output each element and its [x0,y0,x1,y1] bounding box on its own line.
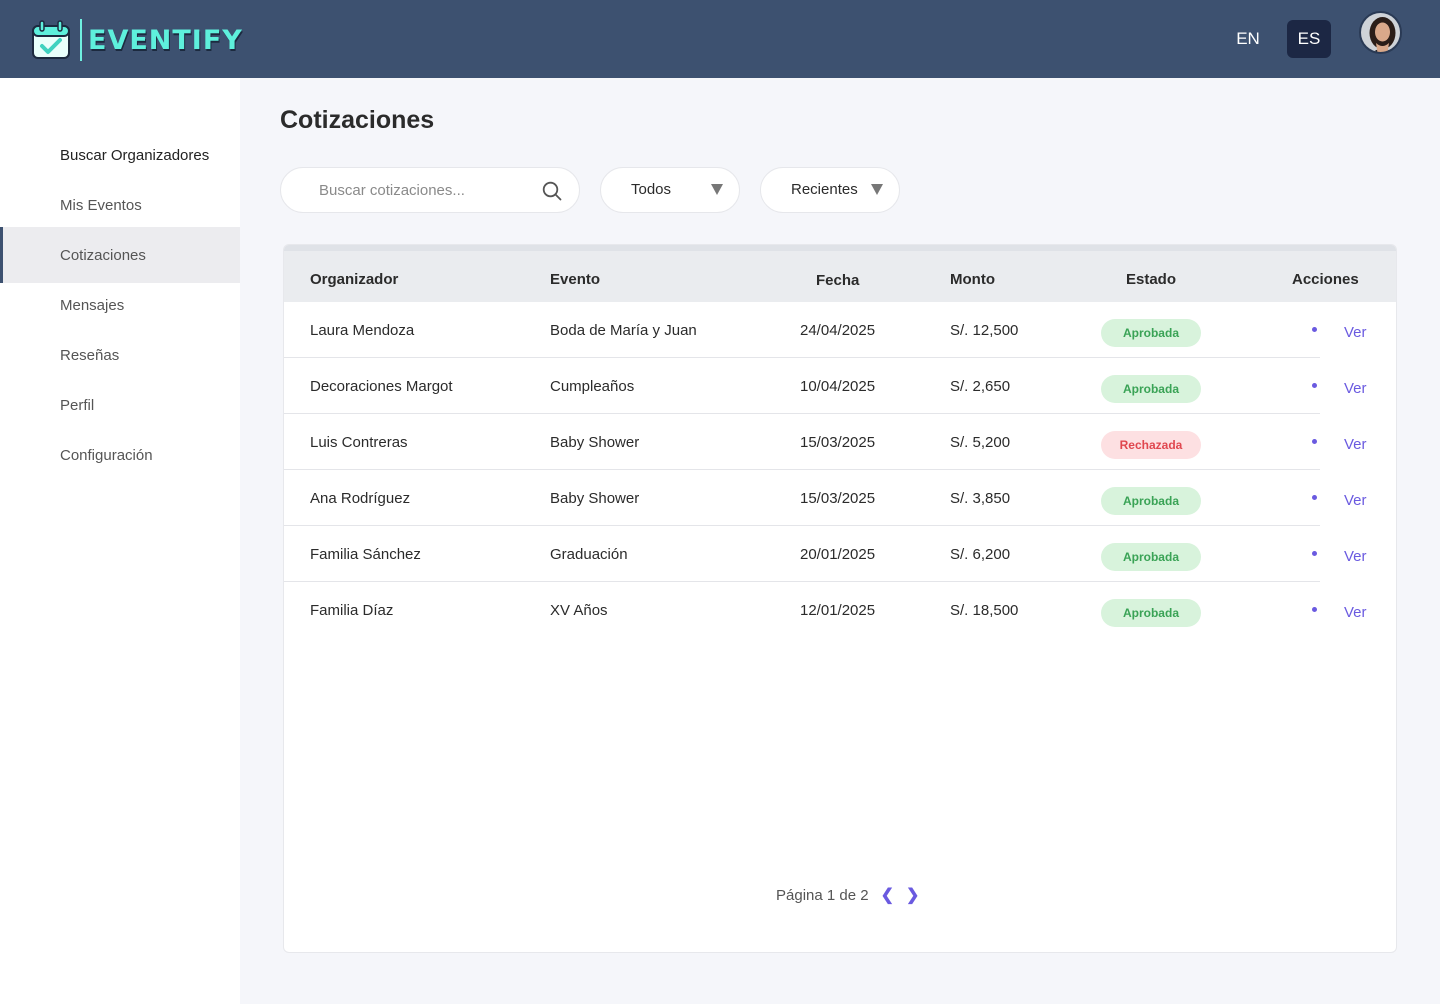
avatar[interactable] [1359,11,1402,54]
sidebar: Buscar Organizadores Mis Eventos Cotizac… [0,78,240,1004]
cell-evento: Graduación [550,546,628,563]
cell-organizador: Familia Sánchez [310,546,421,563]
cell-evento: Baby Shower [550,490,640,507]
cell-organizador: Luis Contreras [310,434,408,451]
table-row: Ana Rodríguez Baby Shower 15/03/2025 S/.… [284,470,1396,526]
column-header-monto[interactable]: Monto [950,271,995,288]
cell-fecha: 15/03/2025 [800,490,876,507]
cell-fecha: 12/01/2025 [800,602,876,619]
column-header-estado[interactable]: Estado [1126,271,1176,288]
cell-organizador: Ana Rodríguez [310,490,411,507]
table-row: Familia Díaz XV Años 12/01/2025 S/. 18,5… [284,582,1396,638]
cell-monto: S/. 5,200 [950,434,1011,451]
cell-fecha: 10/04/2025 [800,378,876,395]
search-icon[interactable] [541,180,563,202]
language-en-button[interactable]: EN [1226,20,1270,58]
dot-icon [1312,607,1317,612]
chevron-left-icon[interactable]: ❮ [881,885,894,905]
sort-value: Recientes [791,181,858,198]
sidebar-item-cotizaciones[interactable]: Cotizaciones [0,227,240,283]
view-link[interactable]: Ver [1344,548,1367,565]
sidebar-item-buscar-organizadores[interactable]: Buscar Organizadores [0,127,240,183]
sidebar-item-perfil[interactable]: Perfil [0,377,240,433]
logo-divider [80,19,82,61]
cell-monto: S/. 18,500 [950,602,1019,619]
cell-monto: S/. 3,850 [950,490,1011,507]
status-badge: Rechazada [1101,431,1201,459]
sidebar-item-configuracion[interactable]: Configuración [0,427,240,483]
language-es-button[interactable]: ES [1287,20,1331,58]
logo-text: EVENTIFY [88,24,243,56]
status-badge: Aprobada [1101,375,1201,403]
sidebar-item-mis-eventos[interactable]: Mis Eventos [0,177,240,233]
cell-monto: S/. 6,200 [950,546,1011,563]
view-link[interactable]: Ver [1344,324,1367,341]
pagination: Página 1 de 2 ❮ ❯ [776,885,919,905]
cell-fecha: 20/01/2025 [800,546,876,563]
cell-evento: Boda de María y Juan [550,322,697,339]
dot-icon [1312,439,1317,444]
chevron-down-icon [871,184,883,195]
table-row: Luis Contreras Baby Shower 15/03/2025 S/… [284,414,1396,470]
status-badge: Aprobada [1101,599,1201,627]
search-box [280,167,580,213]
table-row: Laura Mendoza Boda de María y Juan 24/04… [284,302,1396,358]
status-filter-value: Todos [631,181,672,198]
chevron-right-icon[interactable]: ❯ [906,885,919,905]
pagination-label: Página 1 de 2 [776,886,869,904]
status-badge: Aprobada [1101,319,1201,347]
cell-evento: XV Años [550,602,608,619]
top-bar: EVENTIFY EN ES [0,0,1440,78]
dot-icon [1312,327,1317,332]
dot-icon [1312,495,1317,500]
cell-organizador: Laura Mendoza [310,322,415,339]
search-input[interactable] [319,168,529,212]
view-link[interactable]: Ver [1344,436,1367,453]
cell-fecha: 24/04/2025 [800,322,876,339]
cell-monto: S/. 2,650 [950,378,1011,395]
page-title: Cotizaciones [280,106,435,134]
logo[interactable]: EVENTIFY [30,18,243,62]
status-badge: Aprobada [1101,487,1201,515]
calendar-check-icon [30,19,72,61]
chevron-down-icon [711,184,723,195]
column-header-acciones: Acciones [1292,271,1359,288]
cell-evento: Baby Shower [550,434,640,451]
cell-organizador: Familia Díaz [310,602,394,619]
sidebar-item-mensajes[interactable]: Mensajes [0,277,240,333]
column-header-organizador[interactable]: Organizador [310,271,398,288]
column-header-evento[interactable]: Evento [550,271,600,288]
column-header-fecha[interactable]: Fecha [816,272,859,289]
sidebar-item-resenas[interactable]: Reseñas [0,327,240,383]
view-link[interactable]: Ver [1344,492,1367,509]
table-row: Familia Sánchez Graduación 20/01/2025 S/… [284,526,1396,582]
view-link[interactable]: Ver [1344,380,1367,397]
sort-dropdown[interactable]: Recientes [760,167,900,213]
dot-icon [1312,551,1317,556]
cell-monto: S/. 12,500 [950,322,1019,339]
cell-fecha: 15/03/2025 [800,434,876,451]
status-badge: Aprobada [1101,543,1201,571]
view-link[interactable]: Ver [1344,604,1367,621]
quotes-table: Organizador Evento Fecha Monto Estado Ac… [283,244,1397,953]
table-row: Decoraciones Margot Cumpleaños 10/04/202… [284,358,1396,414]
table-header: Organizador Evento Fecha Monto Estado Ac… [284,245,1396,302]
dot-icon [1312,383,1317,388]
cell-evento: Cumpleaños [550,378,635,395]
status-filter-dropdown[interactable]: Todos [600,167,740,213]
cell-organizador: Decoraciones Margot [310,378,453,395]
